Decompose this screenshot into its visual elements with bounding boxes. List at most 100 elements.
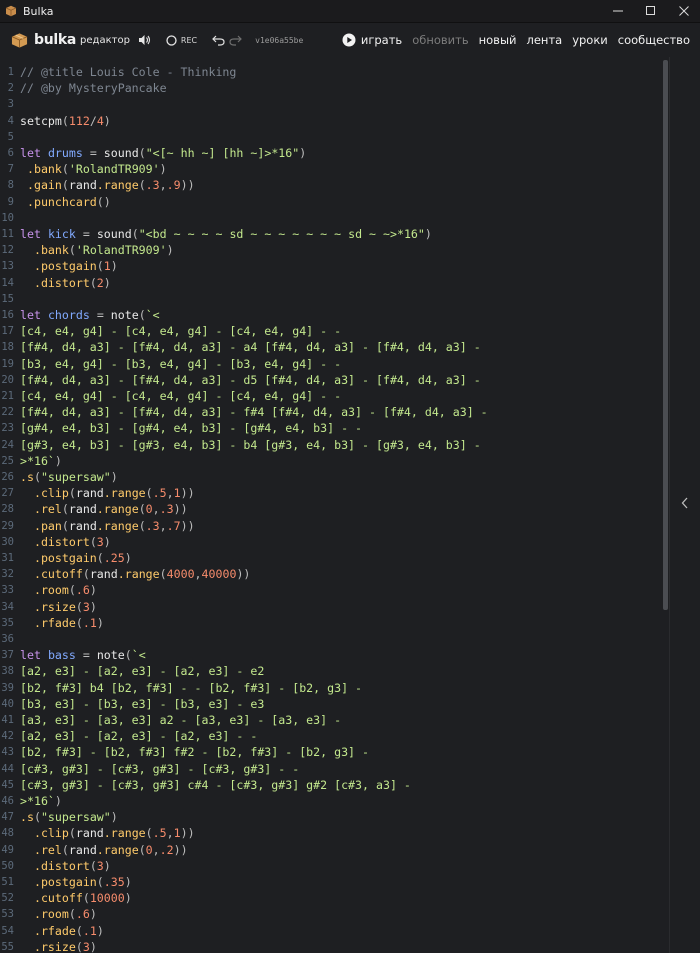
code-line[interactable]: 50 .distort(3)	[0, 858, 660, 874]
redo-button[interactable]	[229, 34, 242, 46]
code-line[interactable]: 49 .rel(rand.range(0,.2))	[0, 842, 660, 858]
update-button[interactable]: обновить	[412, 33, 468, 47]
code-line[interactable]: 40 [b3, e3] - [b3, e3] - [b3, e3] - e3	[0, 696, 660, 712]
code-text: .rfade(.1)	[33, 923, 104, 938]
code-line[interactable]: 47 .s("supersaw")	[0, 809, 660, 825]
code-line[interactable]: 46 >*16`)	[0, 793, 660, 809]
code-line[interactable]: 12 .bank('RolandTR909')	[0, 242, 660, 258]
code-line[interactable]: 24 [g#3, e4, b3] - [g#3, e4, b3] - b4 [g#…	[0, 437, 660, 453]
code-line[interactable]: 45 [c#3, g#3] - [c#3, g#3] c#4 - [c#3, g#…	[0, 777, 660, 793]
line-number: 44	[1, 762, 14, 775]
code-line[interactable]: 42 [a2, e3] - [a2, e3] - [a2, e3] - -	[0, 728, 660, 744]
code-line[interactable]: 41 [a3, e3] - [a3, e3] a2 - [a3, e3] - [a…	[0, 712, 660, 728]
code-line[interactable]: 30 .distort(3)	[0, 534, 660, 550]
code-text: [g#4, e4, b3] - [g#4, e4, b3] - [g#4, e4…	[20, 421, 363, 436]
code-line[interactable]: 36	[0, 631, 660, 647]
code-line[interactable]: 29 .pan(rand.range(.3,.7))	[0, 518, 660, 534]
code-line[interactable]: 51 .postgain(.35)	[0, 874, 660, 890]
code-text: .postgain(1)	[33, 259, 118, 274]
code-text: // @title Louis Cole - Thinking	[20, 65, 237, 79]
code-line[interactable]: 52 .cutoff(10000)	[0, 890, 660, 906]
code-text: .room(.6)	[33, 907, 97, 922]
code-editor[interactable]: 1 // @title Louis Cole - Thinking 2 // @by …	[0, 57, 665, 953]
code-line[interactable]: 11 let kick = sound("<bd ~ ~ ~ ~ sd ~ ~ ~…	[0, 226, 660, 242]
line-number: 40	[1, 697, 14, 710]
code-text: .rsize(3)	[33, 599, 97, 614]
line-number: 49	[1, 843, 14, 856]
maximize-button[interactable]	[634, 0, 667, 22]
code-line[interactable]: 3	[0, 96, 660, 112]
code-line[interactable]: 2 // @by MysteryPancake	[0, 80, 660, 96]
code-line[interactable]: 5	[0, 129, 660, 145]
code-text: [c4, e4, g4] - [c4, e4, g4] - [c4, e4, g…	[20, 389, 342, 403]
editor-scrollbar[interactable]	[663, 60, 668, 610]
version-label: v1e06a55be	[255, 35, 304, 45]
code-text: .bank('RolandTR909')	[26, 162, 167, 177]
maximize-icon	[645, 6, 655, 15]
code-line[interactable]: 43 [b2, f#3] - [b2, f#3] f#2 - [b2, f#3] …	[0, 744, 660, 760]
code-line[interactable]: 10	[0, 210, 660, 226]
new-button[interactable]: новый	[479, 33, 517, 47]
code-text: .distort(2)	[33, 275, 111, 290]
code-line[interactable]: 35 .rfade(.1)	[0, 615, 660, 631]
code-line[interactable]: 53 .room(.6)	[0, 906, 660, 922]
code-text: .bank('RolandTR909')	[33, 243, 174, 258]
code-line[interactable]: 13 .postgain(1)	[0, 258, 660, 274]
play-button[interactable]: играть	[342, 33, 402, 47]
code-line[interactable]: 32 .cutoff(rand.range(4000,40000))	[0, 566, 660, 582]
code-line[interactable]: 48 .clip(rand.range(.5,1))	[0, 825, 660, 841]
code-line[interactable]: 33 .room(.6)	[0, 582, 660, 598]
code-line[interactable]: 17 [c4, e4, g4] - [c4, e4, g4] - [c4, e4,…	[0, 323, 660, 339]
volume-button[interactable]	[138, 34, 151, 46]
code-line[interactable]: 7 .bank('RolandTR909')	[0, 161, 660, 177]
code-line[interactable]: 14 .distort(2)	[0, 275, 660, 291]
code-line[interactable]: 8 .gain(rand.range(.3,.9))	[0, 177, 660, 193]
line-number: 37	[1, 649, 14, 662]
feed-link[interactable]: лента	[527, 33, 563, 47]
code-text: [f#4, d4, a3] - [f#4, d4, a3] - f#4 [f#4…	[20, 405, 488, 420]
lessons-link[interactable]: уроки	[572, 33, 608, 47]
code-text: .s("supersaw")	[20, 470, 118, 484]
code-line[interactable]: 39 [b2, f#3] b4 [b2, f#3] - - [b2, f#3] -…	[0, 680, 660, 696]
code-line[interactable]: 26 .s("supersaw")	[0, 469, 660, 485]
line-number: 31	[1, 552, 14, 564]
code-line[interactable]: 31 .postgain(.25)	[0, 550, 660, 566]
code-line[interactable]: 9 .punchcard()	[0, 194, 660, 210]
code-text: [b2, f#3] - [b2, f#3] f#2 - [b2, f#3] - …	[20, 745, 370, 760]
line-number: 21	[1, 390, 14, 402]
line-number: 26	[1, 471, 14, 483]
code-line[interactable]: 19 [b3, e4, g4] - [b3, e4, g4] - [b3, e4,…	[0, 356, 660, 372]
code-line[interactable]: 27 .clip(rand.range(.5,1))	[0, 485, 660, 501]
code-text: [a3, e3] - [a3, e3] a2 - [a3, e3] - [a3,…	[20, 713, 342, 727]
code-line[interactable]: 37 let bass = note(`<	[0, 647, 660, 663]
line-number: 19	[1, 357, 14, 370]
code-line[interactable]: 25 >*16`)	[0, 453, 660, 469]
code-line[interactable]: 20 [f#4, d4, a3] - [f#4, d4, a3] - d5 [f#…	[0, 372, 660, 388]
code-line[interactable]: 23 [g#4, e4, b3] - [g#4, e4, b3] - [g#4, …	[0, 420, 660, 436]
minimize-button[interactable]	[601, 0, 634, 22]
bulka-logo-icon[interactable]	[11, 32, 28, 49]
code-line[interactable]: 55 .rsize(3)	[0, 939, 660, 953]
brand-name[interactable]: bulka	[34, 32, 76, 48]
expand-panel-button[interactable]	[678, 494, 692, 512]
code-line[interactable]: 44 [c#3, g#3] - [c#3, g#3] - [c#3, g#3] -…	[0, 761, 660, 777]
code-line[interactable]: 15	[0, 291, 660, 307]
code-line[interactable]: 28 .rel(rand.range(0,.3))	[0, 501, 660, 517]
code-line[interactable]: 18 [f#4, d4, a3] - [f#4, d4, a3] - a4 [f#…	[0, 339, 660, 355]
code-line[interactable]: 22 [f#4, d4, a3] - [f#4, d4, a3] - f#4 [f…	[0, 404, 660, 420]
line-number: 11	[1, 228, 14, 240]
code-line[interactable]: 34 .rsize(3)	[0, 599, 660, 615]
community-link[interactable]: сообщество	[618, 33, 690, 47]
code-line[interactable]: 54 .rfade(.1)	[0, 923, 660, 939]
code-line[interactable]: 21 [c4, e4, g4] - [c4, e4, g4] - [c4, e4,…	[0, 388, 660, 404]
close-button[interactable]	[667, 0, 700, 22]
code-line[interactable]: 1 // @title Louis Cole - Thinking	[0, 64, 660, 80]
code-line[interactable]: 16 let chords = note(`<	[0, 307, 660, 323]
line-number: 2	[7, 82, 14, 95]
code-line[interactable]: 38 [a2, e3] - [a2, e3] - [a2, e3] - e2	[0, 663, 660, 679]
close-icon	[678, 6, 689, 16]
record-button[interactable]: REC	[166, 34, 197, 46]
code-line[interactable]: 4 setcpm(112/4)	[0, 113, 660, 129]
code-line[interactable]: 6 let drums = sound("<[~ hh ~] [hh ~]>*16…	[0, 145, 660, 161]
undo-button[interactable]	[212, 34, 225, 46]
